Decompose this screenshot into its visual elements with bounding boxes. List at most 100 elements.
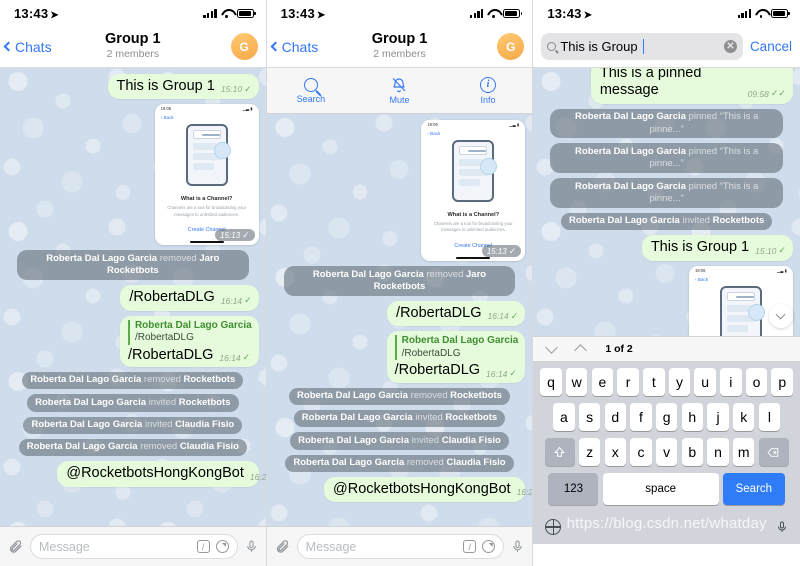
message-bubble-outgoing[interactable]: This is a pinned message 09:58 ✓✓ [590,68,793,104]
key-e[interactable]: e [591,368,614,396]
chat-message-area[interactable]: 19:06 ▁▃ ▮ ‹ Back What is a Channel? Cha… [266,114,533,526]
message-input-bar: Message / [0,526,266,566]
message-time: 16:14 [487,311,509,322]
cellular-signal-icon [203,8,217,18]
phone-screen-chat-actions: 13:43➤ Chats Group 1 2 members G Search [266,0,534,566]
message-time: 15:10 [755,245,777,256]
status-bar-indicators [737,8,790,18]
embedded-back-button: ‹ Back [160,115,174,121]
message-meta: 15:13 ✓ [215,229,255,242]
back-to-chats-button[interactable]: Chats [270,39,318,55]
message-time: 15:13 [486,246,507,256]
key-p[interactable]: p [771,368,793,396]
key-o[interactable]: o [745,368,768,396]
quoted-message[interactable]: Roberta Dal Lago Garcia /RobertaDLG [394,335,518,361]
message-bubble-outgoing[interactable]: /RobertaDLG 16:14 ✓ [120,285,259,311]
key-l[interactable]: l [758,403,781,431]
status-bar: 13:43 ➤ [266,0,533,26]
key-z[interactable]: z [578,438,601,466]
clear-text-icon[interactable]: ✕ [723,40,737,53]
microphone-icon[interactable] [511,539,524,554]
embedded-title: What is a Channel? [447,212,500,218]
shift-icon[interactable] [544,438,575,466]
key-b[interactable]: b [681,438,704,466]
message-bubble-outgoing[interactable]: @RocketbotsHongKongBot 16:21 ✓ [57,461,266,487]
self-destruct-timer-icon[interactable] [482,540,496,553]
key-u[interactable]: u [694,368,716,396]
key-w[interactable]: w [565,368,588,396]
status-bar-indicators [203,8,256,18]
embedded-content: What is a Channel? Channels are a tool f… [155,120,259,241]
search-return-key[interactable]: Search [722,473,785,505]
key-k[interactable]: k [732,403,755,431]
action-mute-label: Mute [389,94,410,105]
home-indicator [189,241,224,244]
chevron-left-icon [270,41,281,52]
avatar[interactable]: G [230,33,258,60]
slash-command-icon[interactable]: / [463,540,477,553]
message-bubble-screenshot[interactable]: 19:06 ▁▃ ▮ ‹ Back What is a Channel? Cha… [421,120,526,262]
chat-message-area[interactable]: This is Group 1 15:10 ✓ 19:06 ▁▃ ▮ ‹ Bac… [0,68,266,526]
message-bubble-reply[interactable]: Roberta Dal Lago Garcia /RobertaDLG /Rob… [119,315,259,367]
embedded-status-icons: ▁▃ ▮ [777,267,787,273]
service-message: Roberta Dal Lago Garcia removed Jaro Roc… [17,250,249,281]
message-bubble-outgoing[interactable]: This is Group 1 15:10 ✓ [107,74,259,100]
key-c[interactable]: c [630,438,652,466]
message-bubble-reply[interactable]: Roberta Dal Lago Garcia /RobertaDLG /Rob… [386,331,526,383]
key-d[interactable]: d [604,403,627,431]
service-message: Roberta Dal Lago Garcia removed Rocketbo… [22,371,244,390]
message-bubble-outgoing[interactable]: /RobertaDLG 16:14 ✓ [387,300,526,327]
numbers-key[interactable]: 123 [548,473,599,505]
key-a[interactable]: a [553,403,575,431]
read-receipt-icon: ✓ [244,295,252,306]
globe-keyboard-icon[interactable] [544,518,562,535]
key-n[interactable]: n [707,438,729,466]
slash-command-icon[interactable]: / [196,540,210,553]
avatar[interactable]: G [497,33,525,60]
key-x[interactable]: x [604,438,627,466]
chevron-up-icon[interactable] [574,344,588,357]
message-bubble-search-result[interactable]: This is Group 1 15:10 ✓ [641,235,793,261]
battery-icon [503,8,523,18]
chat-message-area[interactable]: This is a pinned message 09:58 ✓✓ Robert… [533,68,800,336]
key-r[interactable]: r [617,368,639,396]
chevron-down-icon[interactable] [545,340,559,354]
message-time: 15:13 [220,230,241,240]
key-h[interactable]: h [681,403,704,431]
search-input[interactable]: This is Group ✕ [541,33,743,60]
action-mute[interactable]: Mute [355,68,444,113]
microphone-icon[interactable] [776,519,788,535]
scroll-to-bottom-button[interactable] [768,304,793,328]
phone-screen-chat: 13:43 ➤ Chats Group 1 2 members G This is… [0,0,267,566]
backspace-icon[interactable] [758,438,789,466]
message-bubble-screenshot[interactable]: 19:06 ▁▃ ▮ ‹ Back What is a Channel? Cha… [154,104,259,246]
key-i[interactable]: i [720,368,742,396]
back-to-chats-button[interactable]: Chats [3,39,52,55]
paperclip-icon[interactable] [275,539,290,554]
cancel-search-button[interactable]: Cancel [750,39,792,54]
quoted-message[interactable]: Roberta Dal Lago Garcia /RobertaDLG [127,319,252,345]
paperclip-icon[interactable] [8,539,23,554]
action-info[interactable]: i Info [444,68,533,113]
key-f[interactable]: f [630,403,652,431]
key-t[interactable]: t [643,368,665,396]
microphone-icon[interactable] [245,539,258,554]
key-g[interactable]: g [655,403,678,431]
location-arrow-icon: ➤ [583,9,593,21]
key-q[interactable]: q [540,368,562,396]
action-search[interactable]: Search [267,68,356,113]
message-input[interactable]: Message / [30,534,238,559]
space-key[interactable]: space [602,473,719,505]
key-y[interactable]: y [668,368,691,396]
read-receipt-icon: ✓ [508,245,517,256]
key-j[interactable]: j [707,403,729,431]
key-m[interactable]: m [732,438,755,466]
embedded-status-bar: 19:06 ▁▃ ▮ [689,266,793,275]
service-message: Roberta Dal Lago Garcia invited Rocketbo… [27,394,239,412]
message-bubble-outgoing[interactable]: @RocketbotsHongKongBot 16:21 ✓ [324,476,532,503]
key-v[interactable]: v [655,438,678,466]
self-destruct-timer-icon[interactable] [215,540,229,553]
message-input[interactable]: Message / [296,534,505,559]
key-s[interactable]: s [578,403,601,431]
embedded-status-time: 19:06 [427,122,438,127]
